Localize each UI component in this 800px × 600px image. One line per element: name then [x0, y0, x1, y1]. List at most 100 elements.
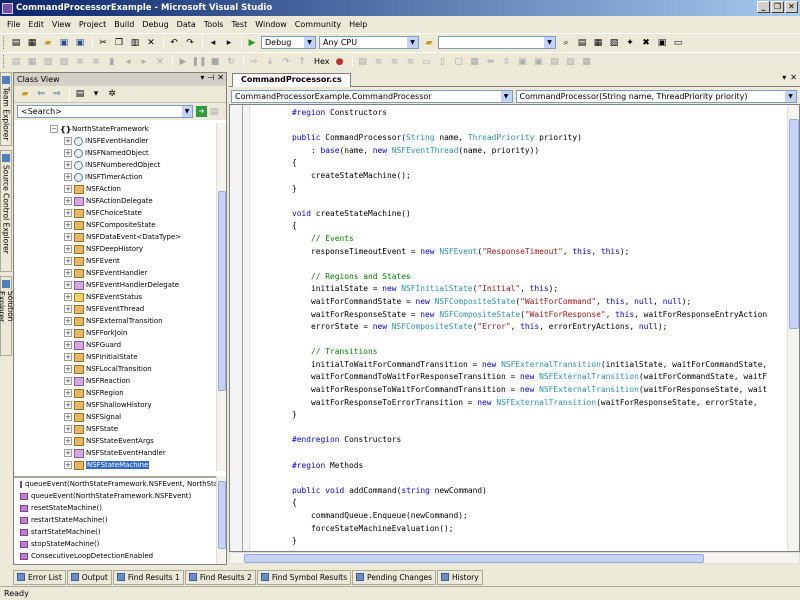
properties-icon[interactable]: ▦: [591, 36, 605, 49]
code-line[interactable]: [254, 334, 767, 347]
code-line[interactable]: {: [254, 497, 767, 510]
show-next-statement-icon[interactable]: ⇨: [247, 55, 261, 68]
stop-debugging-icon[interactable]: ■: [208, 55, 222, 68]
code-line[interactable]: errorState = new NSFCompositeState("Erro…: [254, 321, 767, 334]
expand-icon[interactable]: +: [64, 425, 72, 433]
member-item[interactable]: stopStateMachine(): [14, 538, 218, 550]
menu-test[interactable]: Test: [227, 20, 251, 29]
align-center-icon[interactable]: ≡: [388, 55, 402, 68]
tree-scroll-thumb[interactable]: [218, 191, 226, 391]
tree-item[interactable]: + NSFEventThread: [14, 303, 218, 315]
toolbar-grip[interactable]: [3, 55, 6, 68]
side-tab-solution-explorer[interactable]: Solution Explorer: [0, 276, 15, 356]
expand-icon[interactable]: +: [64, 401, 72, 409]
tree-item[interactable]: + NSFDeepHistory: [14, 243, 218, 255]
solution-explorer-icon[interactable]: ▤: [575, 36, 589, 49]
close-button[interactable]: ✕: [785, 1, 798, 13]
code-line[interactable]: // Transitions: [254, 346, 767, 359]
tab-pending-changes[interactable]: Pending Changes: [352, 569, 436, 585]
auto-hide-pin-icon[interactable]: ⊣: [207, 73, 214, 82]
center-vertically-icon[interactable]: ▣: [532, 55, 546, 68]
undo-icon[interactable]: ↶: [167, 36, 181, 49]
save-all-icon[interactable]: ▣: [73, 36, 87, 49]
menu-project[interactable]: Project: [75, 20, 110, 29]
code-line[interactable]: waitForResponseState = new NSFCompositeS…: [254, 309, 767, 322]
expand-icon[interactable]: +: [64, 173, 72, 181]
object-browser-icon[interactable]: ▧: [607, 36, 621, 49]
find-in-files-icon[interactable]: ▰: [422, 36, 436, 49]
expand-icon[interactable]: +: [64, 293, 72, 301]
member-item[interactable]: ConsecutiveLoopDetectionEnabled: [14, 550, 218, 562]
expand-icon[interactable]: +: [64, 461, 72, 469]
code-line[interactable]: public void addCommand(string newCommand…: [254, 485, 767, 498]
expand-icon[interactable]: +: [64, 161, 72, 169]
clear-search-icon[interactable]: ▤: [207, 105, 221, 118]
paste-icon[interactable]: ▥: [128, 36, 142, 49]
expand-icon[interactable]: +: [64, 413, 72, 421]
tree-item[interactable]: + NSFStateEventHandler: [14, 447, 218, 459]
toolbar-grip[interactable]: [3, 36, 6, 49]
tree-item[interactable]: + NSFState: [14, 423, 218, 435]
tab-error-list[interactable]: Error List: [13, 569, 66, 585]
step-out-icon[interactable]: ↑: [295, 55, 309, 68]
code-line[interactable]: }: [254, 183, 767, 196]
code-horizontal-scroll-thumb[interactable]: [244, 554, 704, 563]
expand-icon[interactable]: +: [64, 281, 72, 289]
expand-icon[interactable]: +: [64, 209, 72, 217]
start-page-icon[interactable]: ▣: [655, 36, 669, 49]
code-line[interactable]: {: [254, 157, 767, 170]
tree-item[interactable]: + NSFActionDelegate: [14, 195, 218, 207]
tree-item[interactable]: + INSFNumberedObject: [14, 159, 218, 171]
menu-community[interactable]: Community: [291, 20, 345, 29]
code-vertical-scrollbar[interactable]: [787, 105, 799, 551]
code-line[interactable]: forceStateMachineEvaluation();: [254, 523, 767, 536]
align-left-icon[interactable]: ≡: [372, 55, 386, 68]
tree-item[interactable]: + NSFChoiceState: [14, 207, 218, 219]
tree-item[interactable]: + NSFEvent: [14, 255, 218, 267]
parameter-info-icon[interactable]: ▦: [25, 55, 39, 68]
window-position-icon[interactable]: ▾: [200, 73, 204, 82]
code-line[interactable]: #region Constructors: [254, 107, 767, 120]
tree-item[interactable]: + INSFNamedObject: [14, 147, 218, 159]
menu-view[interactable]: View: [48, 20, 75, 29]
sort-dropdown-icon[interactable]: ▾: [89, 88, 103, 101]
member-select[interactable]: CommandProcessor(String name, ThreadPrio…: [515, 89, 797, 103]
add-item-icon[interactable]: ▦: [25, 36, 39, 49]
make-same-size-icon[interactable]: ▢: [452, 55, 466, 68]
restore-button[interactable]: ❐: [771, 1, 784, 13]
expand-icon[interactable]: +: [64, 317, 72, 325]
breakpoints-icon[interactable]: ●: [333, 55, 347, 68]
view-class-diagram-icon[interactable]: ✲: [105, 88, 119, 101]
toolbox-icon[interactable]: ✦: [623, 36, 637, 49]
code-line[interactable]: commandQueue.Enqueue(newCommand);: [254, 510, 767, 523]
member-item[interactable]: startStateMachine(): [14, 526, 218, 538]
menu-window[interactable]: Window: [251, 20, 291, 29]
platform-select[interactable]: Any CPU ▼: [319, 36, 419, 49]
menu-build[interactable]: Build: [110, 20, 138, 29]
class-view-search-input[interactable]: <Search> ▼: [17, 105, 193, 118]
code-line[interactable]: waitForResponseToWaitForCommandTransitio…: [254, 384, 767, 397]
tree-item[interactable]: + NSFRegion: [14, 387, 218, 399]
minimize-button[interactable]: _: [757, 1, 770, 13]
expand-icon[interactable]: +: [64, 305, 72, 313]
expand-icon[interactable]: +: [64, 353, 72, 361]
collapse-icon[interactable]: −: [50, 125, 58, 133]
tab-output[interactable]: Output: [66, 569, 112, 585]
menu-file[interactable]: File: [3, 20, 24, 29]
code-line[interactable]: public CommandProcessor(String name, Thr…: [254, 132, 767, 145]
horizontal-spacing-icon[interactable]: ⇹: [484, 55, 498, 68]
expand-icon[interactable]: +: [64, 257, 72, 265]
back-arrow-icon[interactable]: ⇦: [34, 88, 48, 101]
document-list-icon[interactable]: ▾: [782, 73, 786, 82]
tab-history[interactable]: History: [437, 569, 483, 585]
code-line[interactable]: }: [254, 535, 767, 548]
continue-icon[interactable]: ▶: [176, 55, 190, 68]
find-icon[interactable]: ⌕: [559, 36, 573, 49]
tree-item[interactable]: + NSFEventHandlerDelegate: [14, 279, 218, 291]
code-line[interactable]: waitForResponseToErrorTransition = new N…: [254, 397, 767, 410]
size-to-grid-icon[interactable]: ▦: [468, 55, 482, 68]
tab-order-icon[interactable]: ▦: [580, 55, 594, 68]
expand-icon[interactable]: +: [64, 197, 72, 205]
expand-icon[interactable]: +: [64, 389, 72, 397]
copy-icon[interactable]: ❐: [112, 36, 126, 49]
